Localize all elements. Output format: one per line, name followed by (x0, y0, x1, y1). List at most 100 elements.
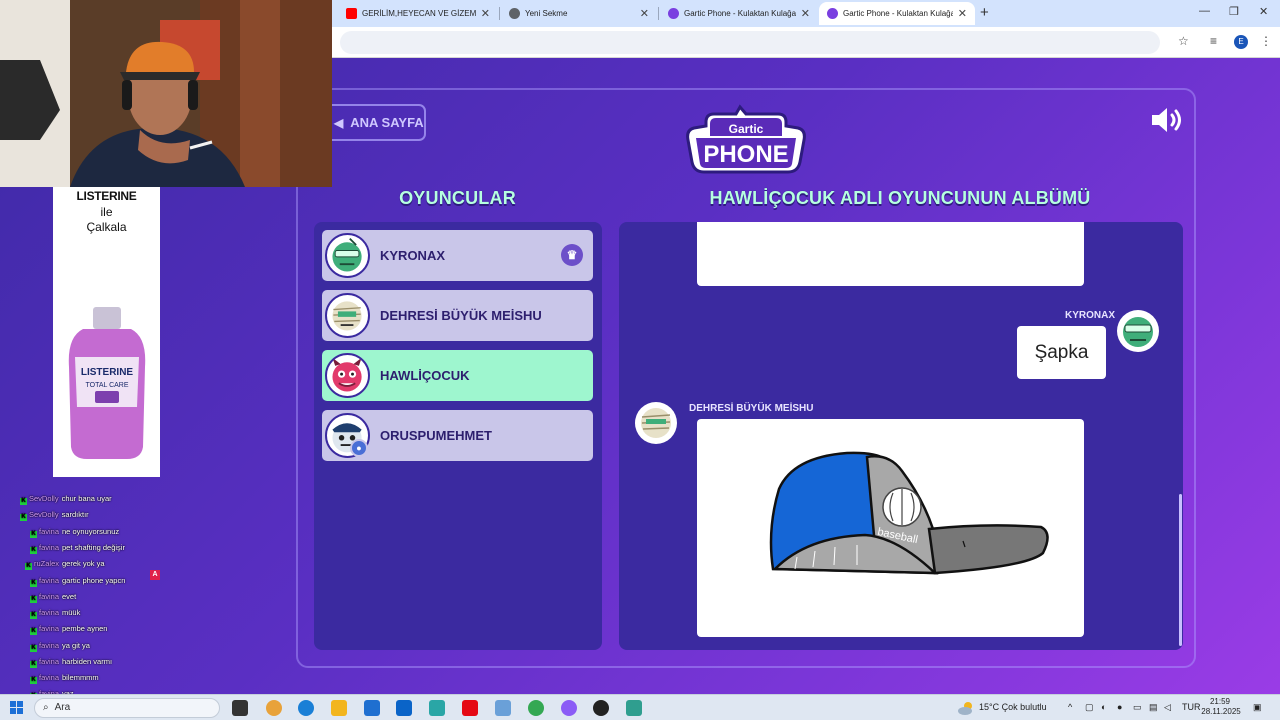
ad-panel[interactable]: LISTERINE ile Çalkala LISTERINE TOTAL CA… (53, 187, 160, 477)
new-tab-button[interactable]: + (980, 4, 989, 21)
tray-app-icon[interactable]: ▭ (1133, 702, 1142, 713)
close-tab-icon[interactable]: ✕ (640, 7, 649, 20)
red-demon-icon (332, 357, 362, 392)
windows-start-icon[interactable] (10, 701, 23, 714)
gartic-phone-logo: Gartic PHONE (686, 104, 806, 174)
search-icon: ⌕ (43, 702, 49, 713)
weather-text[interactable]: 15°C Çok bulutlu (979, 702, 1047, 712)
badge-icon: K (30, 661, 37, 668)
store-icon[interactable] (364, 700, 380, 716)
drawing-author-name: DEHRESİ BÜYÜK MEİSHU (689, 403, 814, 414)
tab-separator (499, 7, 500, 20)
settings-icon[interactable] (495, 700, 511, 716)
restore-icon[interactable]: ❐ (1229, 5, 1239, 18)
player-name: HAWLİÇOCUK (380, 368, 470, 383)
omnibox[interactable] (340, 31, 1160, 54)
ad-tagline-2: Çalkala (86, 220, 127, 234)
tab-gartic-phone[interactable]: Gartic Phone - Kulaktan Kulağa ✕ (660, 2, 818, 25)
network-icon[interactable]: ▤ (1149, 702, 1158, 713)
chat-message: Kfavina bilemmmm (30, 673, 99, 684)
badge-icon: K (30, 580, 37, 587)
chat-message: Kfavina pet shafting değişir (30, 543, 125, 554)
profile-avatar[interactable]: E (1234, 35, 1248, 49)
tray-chevron-icon[interactable]: ^ (1068, 702, 1072, 712)
tab-new-tab[interactable]: Yeni Sekme ✕ (501, 2, 657, 25)
album-scrollbar[interactable] (1179, 494, 1182, 646)
logo-phone-text: PHONE (703, 141, 788, 168)
close-tab-icon[interactable]: ✕ (481, 7, 490, 20)
player-avatar (325, 233, 370, 278)
tray-app-icon[interactable]: ◐ (1101, 702, 1106, 712)
ad-brand: LISTERINE (76, 189, 137, 203)
badge-icon: K (25, 563, 32, 570)
close-tab-icon[interactable]: ✕ (958, 7, 967, 20)
edge-icon[interactable] (298, 700, 314, 716)
speaker-icon[interactable] (1150, 106, 1184, 134)
language-indicator[interactable]: TUR (1182, 702, 1201, 712)
mummy-icon (332, 301, 362, 331)
taskbar-search[interactable]: ⌕ Ara (34, 698, 220, 718)
tab-gartic-phone-active[interactable]: Gartic Phone - Kulaktan Kulağa ✕ (819, 2, 975, 25)
chat-message: KruZalex gerek yok ya (25, 559, 105, 570)
badge-icon: K (30, 645, 37, 652)
green-creature-icon (1123, 317, 1153, 347)
player-name: ORUSPUMEHMET (380, 428, 492, 443)
stream-chat-overlay: K SevDolly chur bana uyar K SevDolly sardıkt… (20, 478, 170, 694)
tray-app-icon[interactable]: ▢ (1085, 702, 1094, 713)
search-placeholder: Ara (54, 702, 71, 713)
bookmark-star-icon[interactable]: ☆ (1178, 34, 1189, 48)
player-card[interactable]: KYRONAX ♛ (322, 230, 593, 281)
guess-author-name: KYRONAX (1064, 310, 1115, 321)
cloudy-weather-icon (958, 702, 972, 715)
clock-time[interactable]: 21:59 (1205, 697, 1235, 706)
previous-drawing-card (697, 222, 1084, 286)
app-icon[interactable] (626, 700, 642, 716)
chrome-icon[interactable] (528, 700, 544, 716)
badge-icon: K (20, 498, 27, 505)
home-button[interactable]: ◀ ANA SAYFA (322, 104, 426, 141)
close-tab-icon[interactable]: ✕ (801, 7, 810, 20)
player-card[interactable]: DEHRESİ BÜYÜK MEİSHU (322, 290, 593, 341)
badge-icon: K (30, 628, 37, 635)
bottle-label: LISTERINE (81, 367, 134, 378)
obs-icon[interactable] (593, 700, 609, 716)
windows-taskbar: ⌕ Ara 15°C Çok bulutlu ^ ▢ ◐ ● ▭ ▤ ◁ TUR … (0, 694, 1280, 720)
baseball-cap-drawing: baseball (769, 451, 1049, 575)
minimize-icon[interactable]: — (1199, 5, 1210, 17)
file-explorer-icon[interactable] (331, 700, 347, 716)
badge-icon: K (30, 547, 37, 554)
tab-youtube[interactable]: GERİLİM,HEYECAN VE GİZEM N ✕ (338, 2, 498, 25)
player-name: DEHRESİ BÜYÜK MEİSHU (380, 308, 542, 323)
user-icon: ● (350, 439, 368, 457)
tab-title: Gartic Phone - Kulaktan Kulağa (684, 9, 796, 18)
microphone-icon[interactable]: ● (1117, 702, 1122, 712)
chat-message: Kfavina ne oynuyorsunuz (30, 527, 120, 538)
media-control-icon[interactable]: ≡ (1210, 34, 1217, 48)
player-card[interactable]: ORUSPUMEHMET ● (322, 410, 593, 461)
notification-icon[interactable]: ▣ (1253, 702, 1262, 713)
crown-icon: ♛ (561, 244, 583, 266)
badge-icon: K (20, 514, 27, 521)
menu-kebab-icon[interactable]: ⋮ (1260, 34, 1272, 48)
badge-icon: K (30, 596, 37, 603)
volume-icon[interactable]: ◁ (1164, 702, 1171, 713)
copilot-icon[interactable] (266, 700, 282, 716)
player-avatar (325, 293, 370, 338)
clock-date[interactable]: 28.11.2025 (1199, 707, 1243, 716)
netflix-icon[interactable] (462, 700, 478, 716)
album-panel[interactable]: KYRONAX Şapka DEHRESİ BÜYÜK MEİSHU baseb… (619, 222, 1183, 650)
task-view-icon[interactable] (232, 700, 248, 716)
outlook-icon[interactable] (396, 700, 412, 716)
player-name: KYRONAX (380, 248, 446, 263)
app-icon[interactable] (429, 700, 445, 716)
discord-icon[interactable] (561, 700, 577, 716)
home-button-label: ANA SAYFA (350, 115, 424, 130)
chat-message: K SevDolly sardıktır (20, 510, 89, 521)
ad-tagline-1: ile (100, 205, 113, 219)
player-card-active[interactable]: HAWLİÇOCUK (322, 350, 593, 401)
close-window-icon[interactable]: ✕ (1259, 5, 1268, 18)
players-title: OYUNCULAR (399, 188, 516, 208)
chat-alert-badge: A (150, 570, 160, 580)
album-title: HAWLİÇOCUK ADLI OYUNCUNUN ALBÜMÜ (709, 188, 1091, 208)
chat-message: Kfavina ya git ya (30, 641, 90, 652)
